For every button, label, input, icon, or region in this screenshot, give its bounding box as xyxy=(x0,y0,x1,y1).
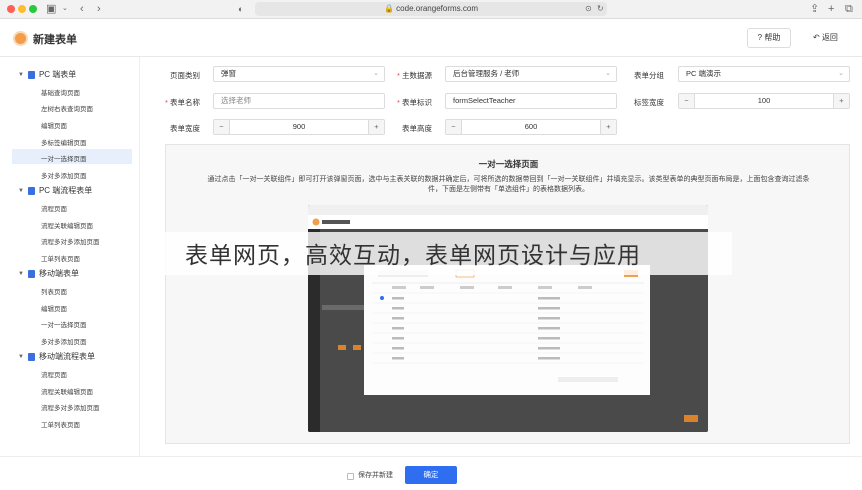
new-tab-icon[interactable]: + xyxy=(828,2,834,16)
id-label: * 表单标识 xyxy=(396,98,432,107)
help-label: 帮助 xyxy=(764,33,781,42)
tree-item[interactable]: 流程多对多添加页面 xyxy=(41,236,100,246)
height-label: 表单高度 xyxy=(402,124,432,133)
reload-icon[interactable]: ↻ xyxy=(597,2,604,16)
chevron-down-icon: ⌄ xyxy=(373,70,379,77)
plus-icon[interactable]: + xyxy=(833,94,849,108)
datasource-label: * 主数据源 xyxy=(396,71,432,80)
back-label: 返回 xyxy=(821,33,838,42)
tree-item[interactable]: 编辑页面 xyxy=(41,120,67,130)
chevron-down-icon[interactable]: ⌄ xyxy=(62,2,68,16)
tree-item[interactable]: 流程页面 xyxy=(41,369,67,379)
file-icon xyxy=(27,352,35,361)
logo-icon xyxy=(13,31,28,46)
tree-item[interactable]: 编辑页面 xyxy=(41,303,67,313)
tree-group-label: 移动端流程表单 xyxy=(38,352,95,361)
height-stepper[interactable]: − 600 + xyxy=(445,119,617,135)
label-width-value[interactable]: 100 xyxy=(695,94,833,108)
tree-group-label: PC 端表单 xyxy=(38,70,77,79)
tree-item[interactable]: 多对多添加页面 xyxy=(41,336,87,346)
ok-button[interactable]: 确定 xyxy=(405,466,457,484)
tree-item[interactable]: 流程关联编辑页面 xyxy=(41,386,93,396)
tree-group-label: PC 端流程表单 xyxy=(38,186,93,195)
file-icon xyxy=(27,186,35,195)
width-stepper[interactable]: − 900 + xyxy=(213,119,385,135)
name-label: * 表单名称 xyxy=(164,98,200,107)
url-bar[interactable]: 🔒 code.orangeforms.com xyxy=(255,2,607,16)
tree-group-mobile-flow[interactable]: ▼ 移动端流程表单 xyxy=(18,351,95,362)
forward-arrow-icon[interactable]: › xyxy=(97,2,101,16)
width-label: 表单宽度 xyxy=(170,124,200,133)
tree-item[interactable]: 流程多对多添加页面 xyxy=(41,402,100,412)
group-label: 表单分组 xyxy=(634,71,664,80)
caret-down-icon: ▼ xyxy=(18,270,24,277)
page-type-value: 弹窗 xyxy=(221,69,236,78)
back-arrow-icon[interactable]: ‹ xyxy=(80,2,84,16)
height-value[interactable]: 600 xyxy=(462,120,600,134)
name-input[interactable]: 选择老师 xyxy=(213,93,385,109)
shield-icon[interactable]: ◐ xyxy=(238,2,243,16)
tree-item[interactable]: 流程页面 xyxy=(41,203,67,213)
chevron-down-icon: ⌄ xyxy=(605,70,611,77)
minus-icon[interactable]: − xyxy=(446,120,462,134)
footer: 保存并新建 确定 xyxy=(0,456,862,490)
tree-item[interactable]: 多对多添加页面 xyxy=(41,170,87,180)
page-type-select[interactable]: 弹窗 ⌄ xyxy=(213,66,385,82)
caret-down-icon: ▼ xyxy=(18,187,24,194)
tree-group-pc-form[interactable]: ▼ PC 端表单 xyxy=(18,69,76,80)
group-value: PC 端演示 xyxy=(686,69,722,78)
url-text: code.orangeforms.com xyxy=(396,4,478,13)
help-icon: ? xyxy=(757,33,763,42)
preview-description: 通过点击「一对一关联组件」即可打开该弹窗页面，选中与主表关联的数据并确定后，可将… xyxy=(207,176,810,193)
translate-icon[interactable]: ⊙ xyxy=(585,2,592,16)
help-button[interactable]: ? 帮助 xyxy=(747,28,791,48)
save-new-label[interactable]: 保存并新建 xyxy=(358,470,393,480)
label-width-label: 标签宽度 xyxy=(634,98,664,107)
preview-title: 一对一选择页面 xyxy=(478,159,539,169)
tree-item[interactable]: 左树右表查询页面 xyxy=(41,103,93,113)
app-header: 新建表单 ? 帮助 ↶ 返回 xyxy=(0,19,862,57)
plus-icon[interactable]: + xyxy=(600,120,616,134)
chevron-down-icon: ⌄ xyxy=(838,70,844,77)
preview-card: 一对一选择页面 通过点击「一对一关联组件」即可打开该弹窗页面，选中与主表关联的数… xyxy=(165,144,850,444)
share-icon[interactable]: ⇪ xyxy=(810,2,819,16)
tree-item[interactable]: 一对一选择页面 xyxy=(41,319,87,329)
tree-group-pc-flow[interactable]: ▼ PC 端流程表单 xyxy=(18,185,92,196)
maximize-window-icon[interactable] xyxy=(29,5,37,13)
tabs-overview-icon[interactable]: ⧉ xyxy=(845,2,853,16)
minimize-window-icon[interactable] xyxy=(18,5,26,13)
browser-toolbar: ▣ ⌄ ‹ › ◐ 🔒 code.orangeforms.com ⊙ ↻ ⇪ +… xyxy=(0,0,862,19)
datasource-value: 后台管理服务 / 老师 xyxy=(453,69,520,78)
tree-item[interactable]: 多标签编辑页面 xyxy=(41,137,87,147)
return-icon: ↶ xyxy=(813,33,820,42)
group-select[interactable]: PC 端演示 ⌄ xyxy=(678,66,850,82)
back-button[interactable]: ↶ 返回 xyxy=(813,28,853,48)
minus-icon[interactable]: − xyxy=(214,120,230,134)
sidebar: ▼ PC 端表单 基础查询页面 左树右表查询页面 编辑页面 多标签编辑页面 一对一… xyxy=(0,57,140,460)
watermark-text: 表单网页，高效互动，表单网页设计与应用 xyxy=(185,242,641,268)
file-icon xyxy=(27,70,35,79)
tree-item[interactable]: 流程关联编辑页面 xyxy=(41,220,93,230)
width-value[interactable]: 900 xyxy=(230,120,368,134)
caret-down-icon: ▼ xyxy=(18,71,24,78)
caret-down-icon: ▼ xyxy=(18,353,24,360)
id-input[interactable]: formSelectTeacher xyxy=(445,93,617,109)
save-new-checkbox[interactable] xyxy=(347,473,354,480)
tree-item[interactable]: 工单列表页面 xyxy=(41,253,80,263)
form-settings: 页面类别 弹窗 ⌄ * 主数据源 后台管理服务 / 老师 ⌄ 表单分组 PC 端演示… xyxy=(150,57,862,147)
close-window-icon[interactable] xyxy=(7,5,15,13)
tree-item-selected[interactable]: 一对一选择页面 xyxy=(41,153,87,163)
file-icon xyxy=(27,269,35,278)
tree-item[interactable]: 工单列表页面 xyxy=(41,419,80,429)
tree-group-label: 移动端表单 xyxy=(38,269,79,278)
page-title: 新建表单 xyxy=(33,34,77,46)
minus-icon[interactable]: − xyxy=(679,94,695,108)
tree-item[interactable]: 列表页面 xyxy=(41,286,67,296)
tree-item[interactable]: 基础查询页面 xyxy=(41,87,80,97)
label-width-stepper[interactable]: − 100 + xyxy=(678,93,850,109)
datasource-select[interactable]: 后台管理服务 / 老师 ⌄ xyxy=(445,66,617,82)
page-type-label: 页面类别 xyxy=(170,71,200,80)
tree-group-mobile[interactable]: ▼ 移动端表单 xyxy=(18,268,79,279)
sidebar-toggle-icon[interactable]: ▣ xyxy=(46,2,56,16)
